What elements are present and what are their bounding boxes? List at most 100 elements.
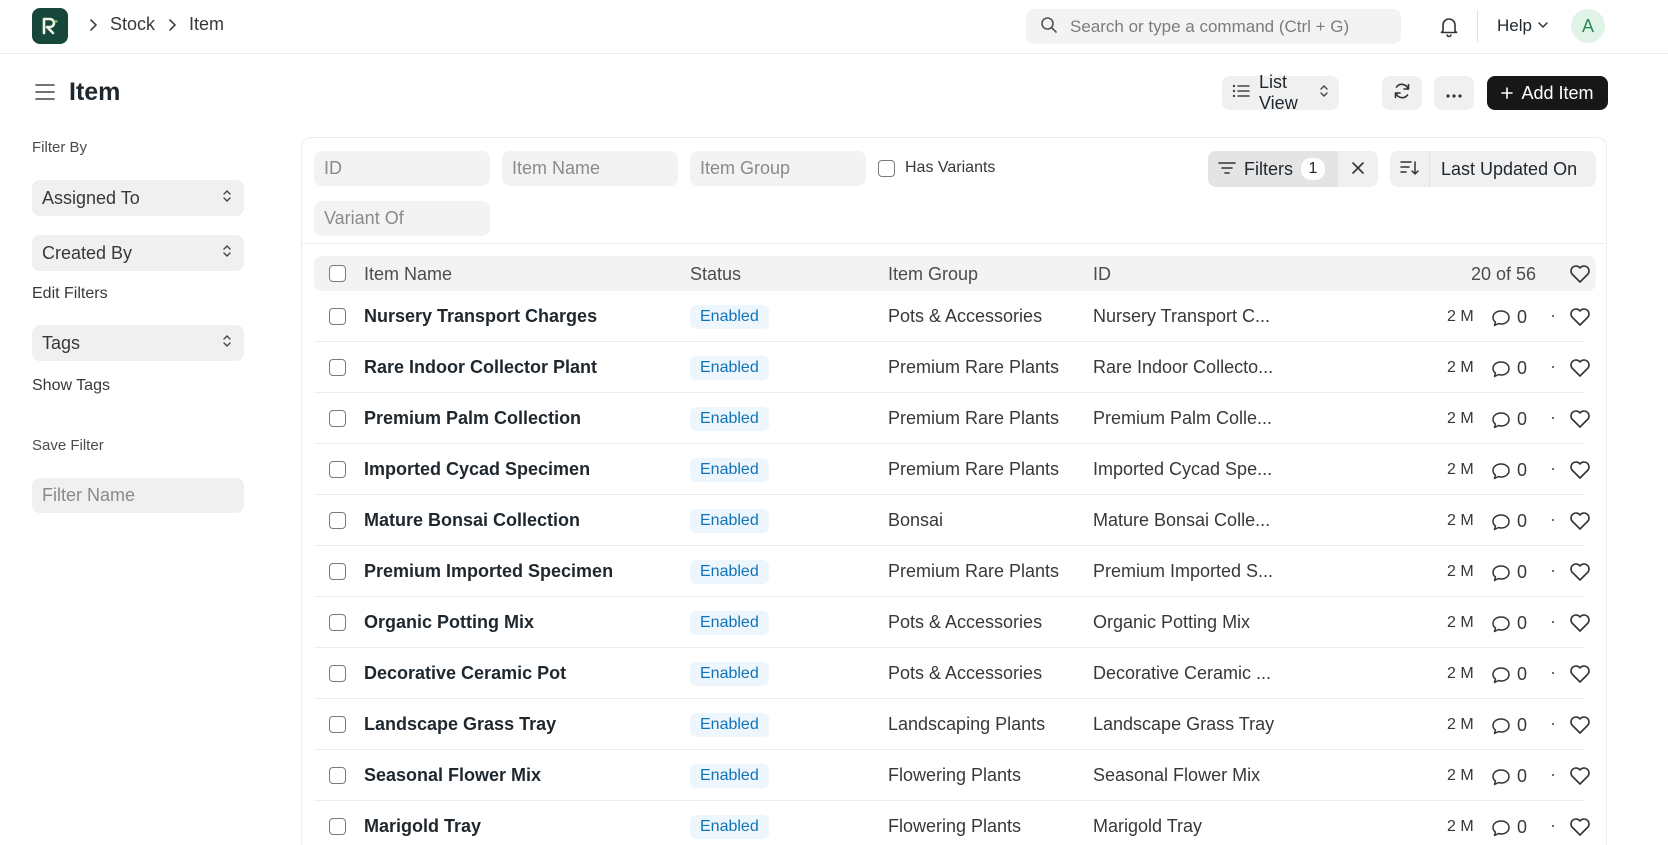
heart-icon[interactable] bbox=[1569, 511, 1591, 536]
table-row[interactable]: Landscape Grass Tray Enabled Landscaping P… bbox=[314, 699, 1590, 750]
select-all-checkbox[interactable] bbox=[329, 265, 346, 282]
bell-icon[interactable] bbox=[1437, 14, 1461, 38]
row-item-name[interactable]: Imported Cycad Specimen bbox=[364, 459, 590, 480]
row-comments[interactable]: 0 bbox=[1491, 613, 1527, 634]
breadcrumb: Stock Item bbox=[84, 14, 232, 35]
search-bar[interactable] bbox=[1026, 9, 1401, 44]
row-item-name[interactable]: Premium Imported Specimen bbox=[364, 561, 613, 582]
app-logo-icon[interactable] bbox=[32, 8, 68, 44]
row-comments[interactable]: 0 bbox=[1491, 409, 1527, 430]
show-tags-link[interactable]: Show Tags bbox=[32, 377, 110, 395]
row-modified: 2 M bbox=[1447, 512, 1474, 529]
item-name-filter-input[interactable] bbox=[502, 151, 678, 186]
has-variants-checkbox[interactable] bbox=[878, 159, 895, 177]
refresh-button[interactable] bbox=[1382, 76, 1422, 110]
column-status[interactable]: Status bbox=[690, 264, 741, 285]
created-by-select[interactable]: Created By bbox=[32, 235, 244, 271]
heart-icon[interactable] bbox=[1569, 766, 1591, 791]
row-comments[interactable]: 0 bbox=[1491, 766, 1527, 787]
sort-field-button[interactable]: Last Updated On bbox=[1430, 151, 1596, 187]
row-item-name[interactable]: Marigold Tray bbox=[364, 816, 481, 837]
tags-select[interactable]: Tags bbox=[32, 325, 244, 361]
row-item-name[interactable]: Decorative Ceramic Pot bbox=[364, 663, 566, 684]
breadcrumb-item[interactable]: Item bbox=[189, 14, 224, 35]
heart-icon[interactable] bbox=[1569, 409, 1591, 434]
row-checkbox[interactable] bbox=[329, 716, 346, 733]
comment-icon bbox=[1492, 615, 1510, 632]
row-checkbox[interactable] bbox=[329, 563, 346, 580]
breadcrumb-stock[interactable]: Stock bbox=[110, 14, 155, 35]
row-comments[interactable]: 0 bbox=[1491, 817, 1527, 838]
column-item-group[interactable]: Item Group bbox=[888, 264, 978, 285]
table-row[interactable]: Mature Bonsai Collection Enabled Bonsai Mat… bbox=[314, 495, 1590, 546]
row-item-name[interactable]: Landscape Grass Tray bbox=[364, 714, 556, 735]
heart-icon[interactable] bbox=[1569, 562, 1591, 587]
column-id[interactable]: ID bbox=[1093, 264, 1111, 285]
row-checkbox[interactable] bbox=[329, 665, 346, 682]
row-id: Rare Indoor Collecto... bbox=[1093, 357, 1274, 377]
comment-count: 0 bbox=[1517, 511, 1528, 531]
row-checkbox[interactable] bbox=[329, 767, 346, 784]
heart-icon[interactable] bbox=[1569, 715, 1591, 740]
row-item-name[interactable]: Organic Potting Mix bbox=[364, 612, 534, 633]
hamburger-icon[interactable] bbox=[34, 82, 56, 102]
row-item-name[interactable]: Premium Palm Collection bbox=[364, 408, 581, 429]
row-comments[interactable]: 0 bbox=[1491, 715, 1527, 736]
row-checkbox[interactable] bbox=[329, 614, 346, 631]
table-row[interactable]: Organic Potting Mix Enabled Pots & Accesso… bbox=[314, 597, 1590, 648]
row-modified: 2 M bbox=[1447, 818, 1474, 835]
heart-icon[interactable] bbox=[1569, 264, 1591, 289]
variant-of-filter-input[interactable] bbox=[314, 201, 490, 236]
table-row[interactable]: Rare Indoor Collector Plant Enabled Premiu… bbox=[314, 342, 1590, 393]
row-comments[interactable]: 0 bbox=[1491, 460, 1527, 481]
row-checkbox[interactable] bbox=[329, 512, 346, 529]
heart-icon[interactable] bbox=[1569, 664, 1591, 689]
heart-icon[interactable] bbox=[1569, 817, 1591, 842]
row-comments[interactable]: 0 bbox=[1491, 562, 1527, 583]
row-comments[interactable]: 0 bbox=[1491, 664, 1527, 685]
row-comments[interactable]: 0 bbox=[1491, 358, 1527, 379]
table-row[interactable]: Premium Imported Specimen Enabled Premium … bbox=[314, 546, 1590, 597]
row-item-name[interactable]: Seasonal Flower Mix bbox=[364, 765, 541, 786]
help-dropdown[interactable]: Help bbox=[1497, 16, 1549, 36]
filters-button[interactable]: Filters 1 bbox=[1208, 151, 1338, 187]
row-comments[interactable]: 0 bbox=[1491, 511, 1527, 532]
edit-filters-link[interactable]: Edit Filters bbox=[32, 285, 108, 303]
assigned-to-select[interactable]: Assigned To bbox=[32, 180, 244, 216]
search-input[interactable] bbox=[1070, 16, 1390, 37]
has-variants-filter[interactable]: Has Variants bbox=[878, 159, 995, 177]
table-row[interactable]: Nursery Transport Charges Enabled Pots & A… bbox=[314, 291, 1590, 342]
clear-filters-button[interactable] bbox=[1338, 151, 1378, 187]
column-item-name[interactable]: Item Name bbox=[364, 264, 452, 285]
updown-icon bbox=[222, 333, 232, 354]
separator-dot: · bbox=[1550, 611, 1556, 631]
heart-icon[interactable] bbox=[1569, 358, 1591, 383]
row-item-name[interactable]: Mature Bonsai Collection bbox=[364, 510, 580, 531]
row-checkbox[interactable] bbox=[329, 359, 346, 376]
heart-icon[interactable] bbox=[1569, 613, 1591, 638]
row-checkbox[interactable] bbox=[329, 461, 346, 478]
row-checkbox[interactable] bbox=[329, 308, 346, 325]
table-row[interactable]: Imported Cycad Specimen Enabled Premium Ra… bbox=[314, 444, 1590, 495]
more-actions-button[interactable] bbox=[1434, 76, 1474, 110]
add-item-button[interactable]: Add Item bbox=[1487, 76, 1608, 110]
heart-icon[interactable] bbox=[1569, 307, 1591, 332]
table-row[interactable]: Marigold Tray Enabled Flowering Plants Mari… bbox=[314, 801, 1590, 845]
row-item-name[interactable]: Nursery Transport Charges bbox=[364, 306, 597, 327]
row-item-name[interactable]: Rare Indoor Collector Plant bbox=[364, 357, 597, 378]
row-checkbox[interactable] bbox=[329, 410, 346, 427]
table-row[interactable]: Seasonal Flower Mix Enabled Flowering Plan… bbox=[314, 750, 1590, 801]
row-checkbox[interactable] bbox=[329, 818, 346, 835]
filter-icon bbox=[1218, 159, 1236, 180]
sort-order-button[interactable] bbox=[1390, 151, 1430, 187]
list-view-button[interactable]: List View bbox=[1222, 72, 1339, 113]
table-row[interactable]: Decorative Ceramic Pot Enabled Pots & Acce… bbox=[314, 648, 1590, 699]
table-row[interactable]: Premium Palm Collection Enabled Premium Ra… bbox=[314, 393, 1590, 444]
status-badge: Enabled bbox=[690, 560, 769, 584]
heart-icon[interactable] bbox=[1569, 460, 1591, 485]
row-comments[interactable]: 0 bbox=[1491, 307, 1527, 328]
item-group-filter-input[interactable] bbox=[690, 151, 866, 186]
id-filter-input[interactable] bbox=[314, 151, 490, 186]
avatar[interactable]: A bbox=[1571, 9, 1605, 43]
filter-name-input[interactable] bbox=[32, 478, 244, 513]
